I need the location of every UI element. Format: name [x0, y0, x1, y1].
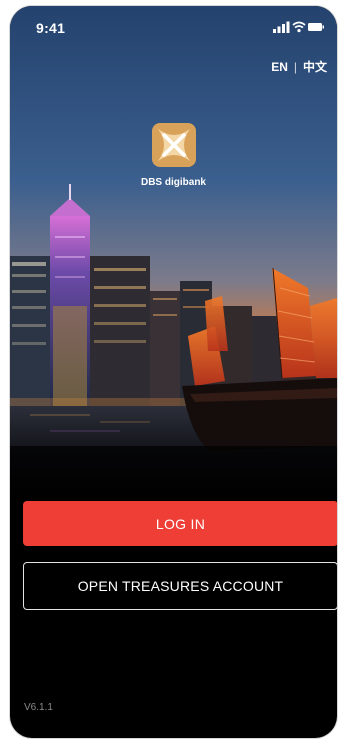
signal-icon: [273, 21, 290, 33]
brand-logo: DBS digibank: [10, 121, 337, 188]
brand-name: DBS digibank: [140, 177, 206, 188]
battery-icon: [308, 23, 324, 31]
language-chinese-option[interactable]: 中文: [303, 58, 327, 75]
dbs-star-logo-icon: [151, 123, 196, 167]
language-switcher: EN | 中文: [271, 58, 327, 75]
status-time: 9:41: [36, 20, 66, 36]
open-treasures-account-button[interactable]: OPEN TREASURES ACCOUNT: [23, 562, 337, 610]
status-icons: [273, 21, 324, 33]
status-bar: 9:41: [10, 6, 337, 46]
app-version: V6.1.1: [24, 702, 53, 713]
hong-kong-skyline-background: [10, 6, 337, 506]
phone-screen: 9:41 EN | 中文 DBS digibank LOG IN OPEN TR…: [10, 6, 337, 738]
language-en-option[interactable]: EN: [271, 60, 288, 74]
login-button[interactable]: LOG IN: [23, 501, 337, 546]
wifi-icon: [292, 21, 306, 33]
language-separator: |: [293, 59, 297, 74]
